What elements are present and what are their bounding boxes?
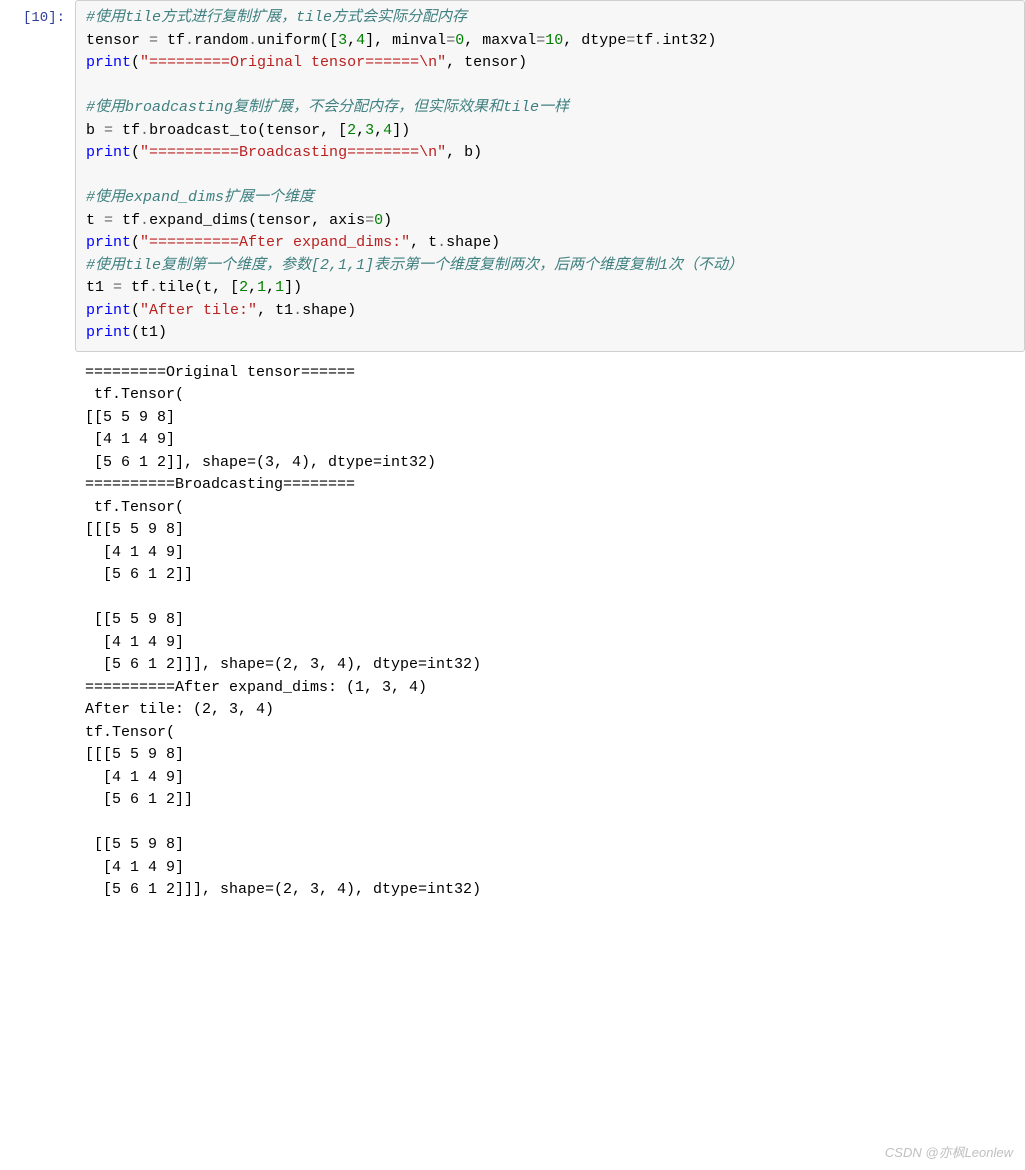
code-output-cell: =========Original tensor====== tf.Tensor… [75, 358, 1025, 906]
code-text: tensor [86, 32, 149, 49]
code-input-cell[interactable]: #使用tile方式进行复制扩展，tile方式会实际分配内存 tensor = t… [75, 0, 1025, 352]
cell-prompt: [10]: [0, 0, 75, 906]
comment: #使用tile方式进行复制扩展，tile方式会实际分配内存 [86, 9, 467, 26]
watermark: CSDN @亦枫Leonlew [885, 1143, 1013, 1163]
comment: #使用tile复制第一个维度，参数[2,1,1]表示第一个维度复制两次，后两个维… [86, 257, 743, 274]
comment: #使用broadcasting复制扩展，不会分配内存，但实际效果和tile一样 [86, 99, 569, 116]
comment: #使用expand_dims扩展一个维度 [86, 189, 314, 206]
